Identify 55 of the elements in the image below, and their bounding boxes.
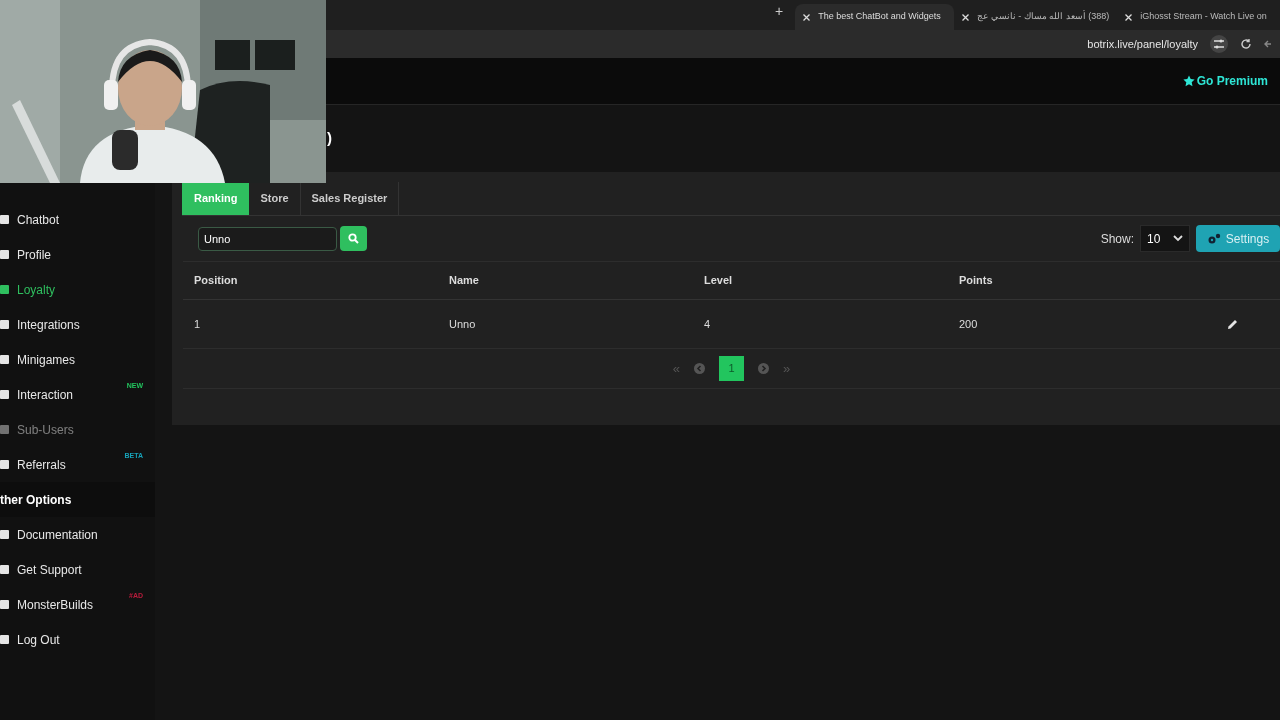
page-title: ) [327,128,332,149]
new-tab-button[interactable]: + [775,1,784,22]
column-header: Points [959,274,993,287]
pencil-icon[interactable] [1227,318,1238,330]
square-icon [0,319,9,330]
table-cell: Unno [449,317,476,330]
search-icon [348,233,359,244]
square-icon [0,564,9,575]
address-bar[interactable]: botrix.live/panel/loyalty [1087,35,1198,53]
page-size-dropdown[interactable]: 10 [1140,225,1190,252]
browser-tab[interactable]: (388) أسعد الله مساك - نانسي عج [954,4,1118,30]
square-icon [0,529,9,540]
close-icon[interactable] [962,13,970,21]
back-arrow-icon[interactable] [1264,38,1272,50]
table-cell: 200 [959,317,978,330]
sidebar-item[interactable]: Get Support [17,560,82,579]
sliders-icon[interactable] [1210,35,1228,53]
table-cell: 1 [194,317,201,330]
column-header: Position [194,274,238,287]
column-header: Level [704,274,733,287]
table-cell: 4 [704,317,711,330]
chevron-down-icon [1173,235,1183,242]
column-header: Name [449,274,479,287]
section-heading: ther Options [0,491,72,509]
sidebar-item[interactable]: Interaction [17,385,74,404]
sidebar-item[interactable]: Documentation [17,525,98,544]
browser-tab[interactable]: iGhosst Stream - Watch Live on [1117,4,1280,30]
sidebar-item[interactable]: Integrations [17,315,80,334]
reload-icon[interactable] [1240,38,1252,50]
go-premium-link[interactable]: Go Premium [1182,72,1268,90]
square-icon [0,389,9,400]
square-icon [0,284,9,295]
sidebar-item[interactable]: Minigames [17,350,76,369]
search-button[interactable] [340,226,367,251]
square-icon [0,599,9,610]
show-label: Show: [1100,230,1134,248]
square-icon [0,354,9,365]
gears-icon [1206,232,1221,245]
page-button[interactable]: 1 [719,356,744,381]
square-icon [0,214,9,225]
sidebar-item[interactable]: Profile [17,245,51,264]
square-icon [0,634,9,645]
close-icon[interactable] [1125,13,1133,21]
square-icon [0,424,9,435]
browser-tab[interactable]: The best ChatBot and Widgets [795,4,955,30]
sidebar-item[interactable]: Chatbot [17,210,60,229]
square-icon [0,249,9,260]
sidebar-item[interactable]: Log Out [17,630,60,649]
search-field[interactable]: Unno [198,226,337,251]
square-icon [0,459,9,470]
sidebar-item[interactable]: Referrals [17,455,66,474]
sidebar-item[interactable]: MonsterBuilds [17,595,94,614]
star-icon [1182,75,1195,87]
close-icon[interactable] [803,13,811,21]
sidebar-item[interactable]: Loyalty [17,280,56,299]
